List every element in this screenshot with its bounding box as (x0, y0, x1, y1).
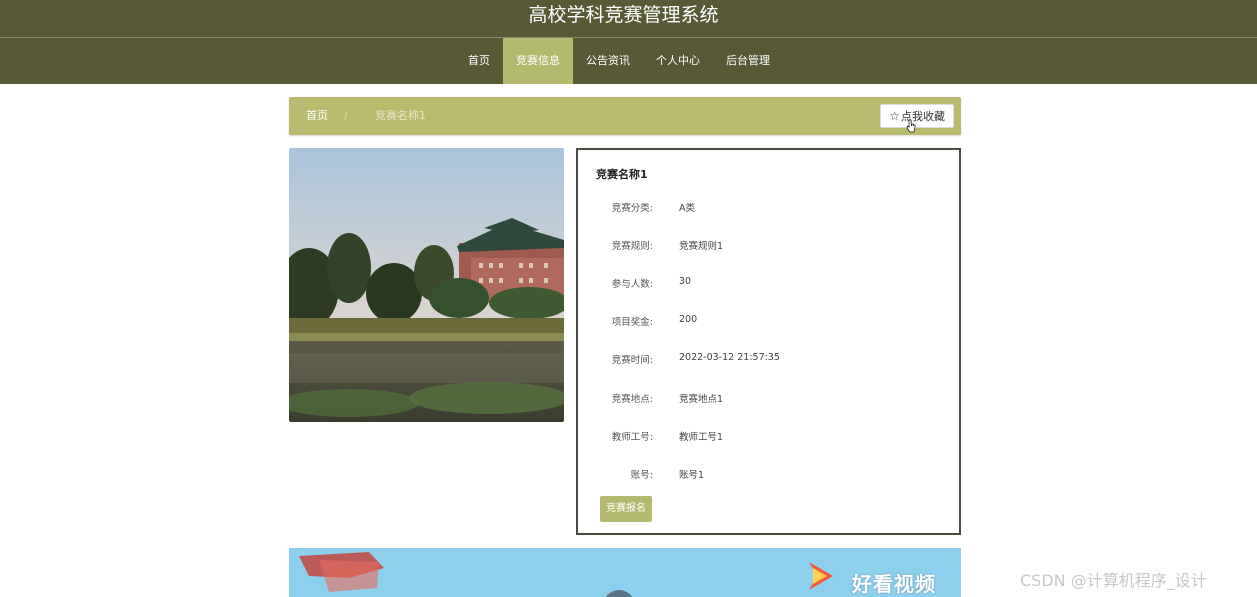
nav-item-announcements[interactable]: 公告资讯 (573, 38, 643, 84)
nav-items: 首页 竞赛信息 公告资讯 个人中心 后台管理 (455, 38, 783, 84)
detail-row-teacher-id: 教师工号: 教师工号1 (578, 429, 959, 445)
field-label: 参与人数: (611, 279, 653, 290)
video-preview[interactable]: 好看视频 (289, 548, 961, 597)
field-label: 账号: (630, 470, 653, 481)
nav-item-competition-info[interactable]: 竞赛信息 (503, 38, 573, 84)
mouse-cursor-icon (906, 118, 916, 137)
signup-button[interactable]: 竞赛报名 (600, 496, 652, 522)
field-label: 竞赛规则: (611, 241, 653, 252)
field-value: 200 (679, 314, 698, 325)
breadcrumb-current: 竞赛名称1 (375, 109, 426, 122)
field-value: 竞赛地点1 (679, 394, 724, 405)
field-label: 竞赛时间: (611, 355, 653, 366)
nav-item-admin[interactable]: 后台管理 (713, 38, 783, 84)
field-value: 2022-03-12 21:57:35 (679, 352, 780, 363)
detail-row-time: 竞赛时间: 2022-03-12 21:57:35 (578, 352, 959, 368)
main-nav: 首页 竞赛信息 公告资讯 个人中心 后台管理 (0, 37, 1257, 84)
field-label: 竞赛地点: (611, 394, 653, 405)
competition-detail-panel: 竞赛名称1 竞赛分类: A类 竞赛规则: 竞赛规则1 参与人数: 30 项目奖金… (576, 148, 961, 535)
breadcrumb-home-link[interactable]: 首页 (306, 97, 328, 135)
field-value: A类 (679, 203, 695, 214)
nav-item-home[interactable]: 首页 (455, 38, 503, 84)
breadcrumb-separator: / (344, 109, 348, 122)
field-value: 教师工号1 (679, 432, 724, 443)
detail-title: 竞赛名称1 (596, 168, 648, 181)
detail-row-location: 竞赛地点: 竞赛地点1 (578, 391, 959, 407)
field-label: 竞赛分类: (611, 203, 653, 214)
field-value: 竞赛规则1 (679, 241, 724, 252)
favorite-button[interactable]: ☆点我收藏 (880, 104, 954, 128)
breadcrumb: 首页 / 竞赛名称1 ☆点我收藏 (289, 97, 961, 135)
site-title: 高校学科竞赛管理系统 (528, 4, 719, 26)
star-outline-icon: ☆ (889, 109, 900, 123)
detail-row-participants: 参与人数: 30 (578, 276, 959, 292)
field-label: 项目奖金: (611, 317, 653, 328)
video-logo-text: 好看视频 (852, 572, 936, 596)
nav-item-personal-center[interactable]: 个人中心 (643, 38, 713, 84)
detail-row-category: 竞赛分类: A类 (578, 200, 959, 216)
watermark: CSDN @计算机程序_设计 (1020, 571, 1207, 590)
detail-row-rules: 竞赛规则: 竞赛规则1 (578, 238, 959, 254)
detail-row-prize: 项目奖金: 200 (578, 314, 959, 330)
detail-row-account: 账号: 账号1 (578, 467, 959, 483)
site-header: 高校学科竞赛管理系统 (0, 0, 1257, 37)
page: 高校学科竞赛管理系统 首页 竞赛信息 公告资讯 个人中心 后台管理 首页 / 竞… (0, 0, 1257, 597)
field-value: 账号1 (679, 470, 705, 481)
field-label: 教师工号: (611, 432, 653, 443)
competition-image (289, 148, 564, 422)
field-value: 30 (679, 276, 692, 287)
